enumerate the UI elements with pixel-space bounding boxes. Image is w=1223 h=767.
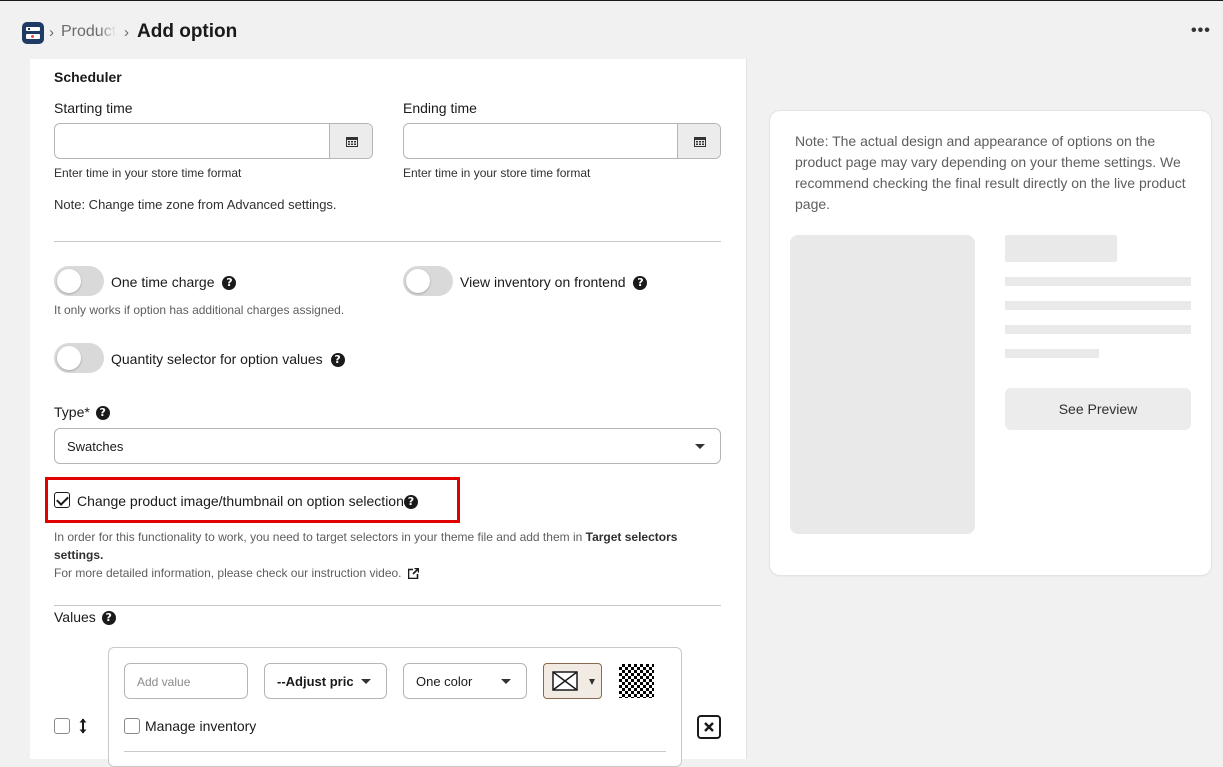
preview-card: Note: The actual design and appearance o… bbox=[770, 111, 1211, 575]
starting-time-input[interactable] bbox=[54, 123, 373, 159]
calendar-icon bbox=[346, 137, 358, 147]
help-icon[interactable]: ? bbox=[403, 495, 418, 510]
transparent-swatch-icon[interactable] bbox=[619, 664, 654, 698]
change-image-label: Change product image/thumbnail on option… bbox=[77, 493, 404, 509]
remove-value-button[interactable] bbox=[697, 715, 721, 739]
chevron-down-icon bbox=[695, 444, 705, 449]
type-selected-value: Swatches bbox=[67, 439, 124, 454]
quantity-selector-label: Quantity selector for option values bbox=[111, 351, 323, 367]
calendar-icon bbox=[694, 137, 706, 147]
manage-inventory-label: Manage inventory bbox=[145, 718, 257, 734]
ending-time-calendar-button[interactable] bbox=[677, 124, 720, 158]
quantity-selector-toggle[interactable] bbox=[54, 343, 104, 373]
change-image-help-text: In order for this functionality to work,… bbox=[54, 530, 586, 544]
view-inventory-label: View inventory on frontend bbox=[460, 274, 626, 290]
drag-handle-icon[interactable] bbox=[79, 718, 87, 734]
product-image-placeholder bbox=[790, 235, 975, 534]
help-icon[interactable]: ? bbox=[101, 611, 116, 626]
help-icon[interactable]: ? bbox=[95, 406, 110, 421]
divider bbox=[124, 751, 666, 752]
instruction-video-row: For more detailed information, please ch… bbox=[54, 566, 420, 580]
title-placeholder bbox=[1005, 235, 1117, 262]
color-mode-value: One color bbox=[416, 674, 473, 689]
page-header: › Product › Add option ••• bbox=[0, 1, 1223, 59]
scheduler-title: Scheduler bbox=[54, 69, 122, 85]
manage-inventory-checkbox[interactable] bbox=[124, 718, 140, 734]
divider bbox=[54, 605, 721, 606]
select-value-checkbox[interactable] bbox=[54, 718, 70, 734]
see-preview-button[interactable]: See Preview bbox=[1005, 388, 1191, 430]
ending-time-help: Enter time in your store time format bbox=[403, 166, 591, 180]
no-image-icon bbox=[552, 671, 578, 691]
quantity-selector-row: Quantity selector for option values ? bbox=[111, 351, 345, 368]
chevron-down-icon bbox=[501, 679, 511, 684]
breadcrumb-product-link[interactable]: Product bbox=[61, 23, 116, 41]
type-select[interactable]: Swatches bbox=[54, 428, 721, 464]
add-value-input[interactable]: Add value bbox=[124, 663, 248, 699]
text-line-placeholder bbox=[1005, 301, 1191, 310]
values-row: Values ? bbox=[54, 609, 116, 626]
add-value-placeholder: Add value bbox=[137, 675, 191, 689]
color-mode-select[interactable]: One color bbox=[403, 663, 527, 699]
preview-note: Note: The actual design and appearance o… bbox=[795, 133, 1186, 212]
external-link-icon[interactable] bbox=[407, 568, 420, 580]
help-icon[interactable]: ? bbox=[633, 276, 648, 291]
one-time-charge-label: One time charge bbox=[111, 274, 215, 290]
one-time-charge-toggle[interactable] bbox=[54, 266, 104, 296]
starting-time-label: Starting time bbox=[54, 100, 133, 116]
one-time-charge-help: It only works if option has additional c… bbox=[54, 303, 345, 317]
text-line-placeholder bbox=[1005, 277, 1191, 286]
ending-time-input[interactable] bbox=[403, 123, 721, 159]
adjust-price-select[interactable]: --Adjust pric bbox=[264, 663, 387, 699]
starting-time-calendar-button[interactable] bbox=[329, 124, 372, 158]
breadcrumb-chevron-icon: › bbox=[124, 24, 129, 41]
app-logo-icon[interactable] bbox=[22, 22, 44, 44]
adjust-price-value: --Adjust pric bbox=[277, 674, 354, 689]
type-label: Type* bbox=[54, 404, 90, 420]
text-line-placeholder bbox=[1005, 325, 1191, 334]
timezone-note: Note: Change time zone from Advanced set… bbox=[54, 197, 337, 212]
help-icon[interactable]: ? bbox=[222, 276, 237, 291]
help-icon[interactable]: ? bbox=[330, 353, 345, 368]
ending-time-label: Ending time bbox=[403, 100, 477, 116]
text-line-placeholder bbox=[1005, 349, 1099, 358]
divider bbox=[54, 241, 721, 242]
view-inventory-row: View inventory on frontend ? bbox=[460, 274, 648, 291]
chevron-down-icon bbox=[589, 679, 595, 685]
change-image-row: Change product image/thumbnail on option… bbox=[77, 493, 418, 510]
change-image-help: In order for this functionality to work,… bbox=[54, 528, 694, 564]
chevron-down-icon bbox=[361, 679, 371, 684]
breadcrumb-chevron-icon: › bbox=[49, 24, 54, 41]
one-time-charge-row: One time charge ? bbox=[111, 274, 237, 291]
type-row: Type* ? bbox=[54, 404, 110, 421]
close-icon bbox=[704, 722, 714, 732]
values-label: Values bbox=[54, 609, 96, 625]
page-title: Add option bbox=[137, 21, 238, 42]
more-actions-button[interactable]: ••• bbox=[1191, 22, 1211, 40]
change-image-checkbox[interactable] bbox=[54, 492, 70, 508]
instruction-video-text: For more detailed information, please ch… bbox=[54, 566, 402, 580]
swatch-image-picker[interactable] bbox=[543, 663, 602, 699]
starting-time-help: Enter time in your store time format bbox=[54, 166, 242, 180]
view-inventory-toggle[interactable] bbox=[403, 266, 453, 296]
